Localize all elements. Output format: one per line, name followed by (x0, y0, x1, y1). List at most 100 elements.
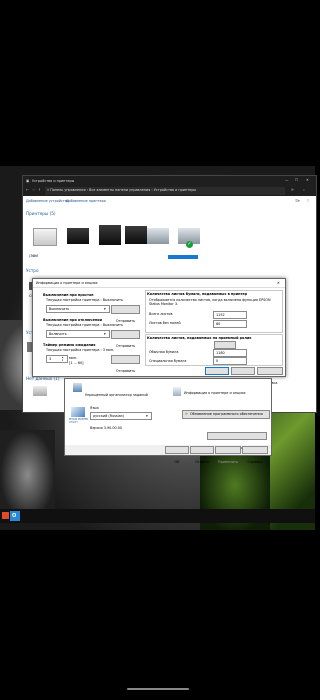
language-label: Язык (90, 406, 99, 410)
power-off-idle-select[interactable]: Выключить ▾ (46, 305, 110, 313)
fax-icon[interactable] (147, 228, 169, 244)
borderless-sheets-value: 60 (216, 322, 221, 327)
sheets-counter-description: Отображается количество листов, когда вк… (149, 298, 271, 307)
power-off-idle-current: Текущая настройка принтера : Выключить (46, 298, 123, 302)
ok-button[interactable]: OK (205, 367, 229, 385)
job-manager-item[interactable]: Упрощенный организатор заданий (85, 393, 148, 397)
outlook-glyph: O (12, 512, 17, 519)
power-off-disconnect-current: Текущая настройка принтера : Выключить (46, 323, 123, 327)
power-off-disconnect-send-button[interactable]: Отправить (111, 329, 140, 348)
apply-button[interactable]: Применить (215, 446, 241, 464)
window-title-bar: ▣ Устройства и принтеры — ☐ ✕ (23, 176, 316, 185)
add-printer-button[interactable]: Добавление принтера (66, 199, 106, 203)
up-icon[interactable]: ↑ (38, 188, 41, 192)
chevron-down-icon: ▾ (104, 307, 106, 311)
power-off-idle-value: Выключить (49, 307, 70, 312)
update-icon: ⟳ (185, 412, 188, 417)
command-bar: Добавление устройства Добавление принтер… (23, 196, 316, 205)
power-off-idle-header: Выключение при простое (43, 293, 94, 297)
sleep-timer-value: 3 (49, 357, 52, 362)
total-sheets-value: 1152 (216, 313, 225, 318)
button-label: Справка (247, 460, 263, 464)
back-icon[interactable]: ← (26, 188, 29, 192)
address-bar-row: ← → ↑ « Панель управления › Все элементы… (23, 185, 316, 196)
printer-utility-dialog: Упрощенный организатор заданий Информаци… (64, 378, 272, 464)
help-icon[interactable]: ? (307, 199, 309, 203)
address-bar[interactable]: « Панель управления › Все элементы панел… (45, 186, 285, 195)
taskbar: O (0, 509, 315, 523)
special-paper-label: Специальная бумага (149, 359, 187, 363)
refresh-icon[interactable]: ⟳ (291, 188, 294, 192)
default-check-icon: ✓ (186, 241, 193, 248)
cancel-button[interactable]: Отмена (231, 367, 255, 385)
epson-utility-logo-text: EPSON PRINTER UTILITY (69, 418, 89, 424)
close-icon[interactable]: ✕ (306, 178, 309, 182)
utility-items-panel: Упрощенный организатор заданий Информаци… (65, 379, 271, 403)
maximize-icon[interactable]: ☐ (295, 178, 298, 182)
software-update-button[interactable]: ⟳ Обновление программного обеспечения (182, 410, 270, 419)
sleep-timer-unit: мин. (69, 356, 78, 360)
special-paper-field: 0 (213, 357, 247, 365)
search-icon[interactable]: ⌕ (303, 188, 305, 192)
plain-paper-label: Обычная бумага (149, 350, 179, 354)
printer-icon[interactable] (99, 225, 121, 245)
add-device-button[interactable]: Добавление устройства (26, 199, 69, 203)
special-paper-value: 0 (216, 359, 219, 364)
epson-utility-logo (71, 407, 85, 417)
help-button[interactable]: Справка (257, 367, 283, 385)
view-options-icon[interactable]: ☰▾ (295, 199, 300, 203)
chevron-down-icon: ▾ (104, 332, 106, 336)
power-off-disconnect-value: Включить (49, 332, 67, 337)
spin-arrows-icon[interactable]: ▴ ▾ (62, 356, 63, 362)
printer-icon[interactable] (33, 228, 57, 246)
utility-settings-panel: EPSON PRINTER UTILITY Язык русский (Russ… (65, 403, 271, 450)
section-printers[interactable]: Принтеры (5) (26, 211, 56, 216)
home-indicator[interactable] (127, 688, 189, 690)
ok-button[interactable]: OK (165, 446, 189, 464)
sleep-timer-header: Таймер режима ожидания (43, 343, 96, 347)
power-off-disconnect-header: Выключение при отключении (43, 318, 102, 322)
unknown-device-icon[interactable] (33, 386, 47, 396)
button-label: Применить (218, 460, 238, 464)
cancel-button[interactable]: Отмена (190, 446, 214, 464)
section-devices[interactable]: Устро (26, 268, 39, 273)
button-label: Отправить (115, 343, 136, 348)
total-sheets-label: Всего листов (149, 312, 173, 316)
printer-icon[interactable] (67, 228, 89, 244)
roll-counter-header: Количество листов, подаваемых на приемны… (147, 336, 252, 340)
selected-printer-label[interactable] (168, 255, 198, 259)
chevron-down-icon: ▾ (146, 414, 148, 418)
printer-info-icon[interactable] (173, 387, 181, 396)
printer-icon[interactable] (125, 226, 147, 244)
printer-info-item[interactable]: Информация о принтере и опциях (184, 391, 246, 395)
wallpaper-rock (0, 430, 55, 520)
start-icon[interactable] (2, 512, 9, 519)
close-icon[interactable]: ✕ (277, 281, 280, 285)
total-sheets-field: 1152 (213, 311, 247, 319)
window-icon: ▣ (26, 178, 30, 183)
sleep-timer-current: Текущая настройка принтера : 3 мин. (46, 348, 115, 352)
printer-options-dialog: Информация о принтере и опциях ✕ Выключе… (32, 278, 286, 385)
plain-paper-field: 1180 (213, 349, 247, 357)
reset-button[interactable]: Сброс (214, 341, 236, 359)
sleep-timer-send-button[interactable]: Отправить (111, 354, 140, 373)
printer-label[interactable]: (ЗФИ (29, 254, 38, 258)
power-off-disconnect-select[interactable]: Включить ▾ (46, 330, 110, 338)
button-label: OK (174, 460, 180, 464)
help-button[interactable]: Справка (242, 446, 268, 464)
power-off-idle-send-button[interactable]: Отправить (111, 304, 140, 323)
plain-paper-value: 1180 (216, 351, 225, 356)
language-select[interactable]: русский (Russian) ▾ (90, 412, 152, 420)
tech-support-button[interactable]: Техническая поддержка (207, 432, 267, 450)
window-title: Устройства и принтеры (32, 178, 75, 183)
outlook-icon[interactable]: O (10, 511, 20, 521)
job-manager-icon[interactable] (73, 383, 82, 392)
borderless-sheets-label: Листов без полей (149, 321, 181, 325)
minimize-icon[interactable]: — (285, 178, 288, 182)
button-label: Отмена (195, 460, 209, 464)
sleep-timer-stepper[interactable]: 3 ▴ ▾ (46, 355, 68, 363)
language-value: русский (Russian) (93, 414, 125, 419)
button-label: Обновление программного обеспечения (190, 412, 263, 417)
forward-icon[interactable]: → (32, 188, 35, 192)
breadcrumb[interactable]: « Панель управления › Все элементы панел… (47, 188, 196, 192)
